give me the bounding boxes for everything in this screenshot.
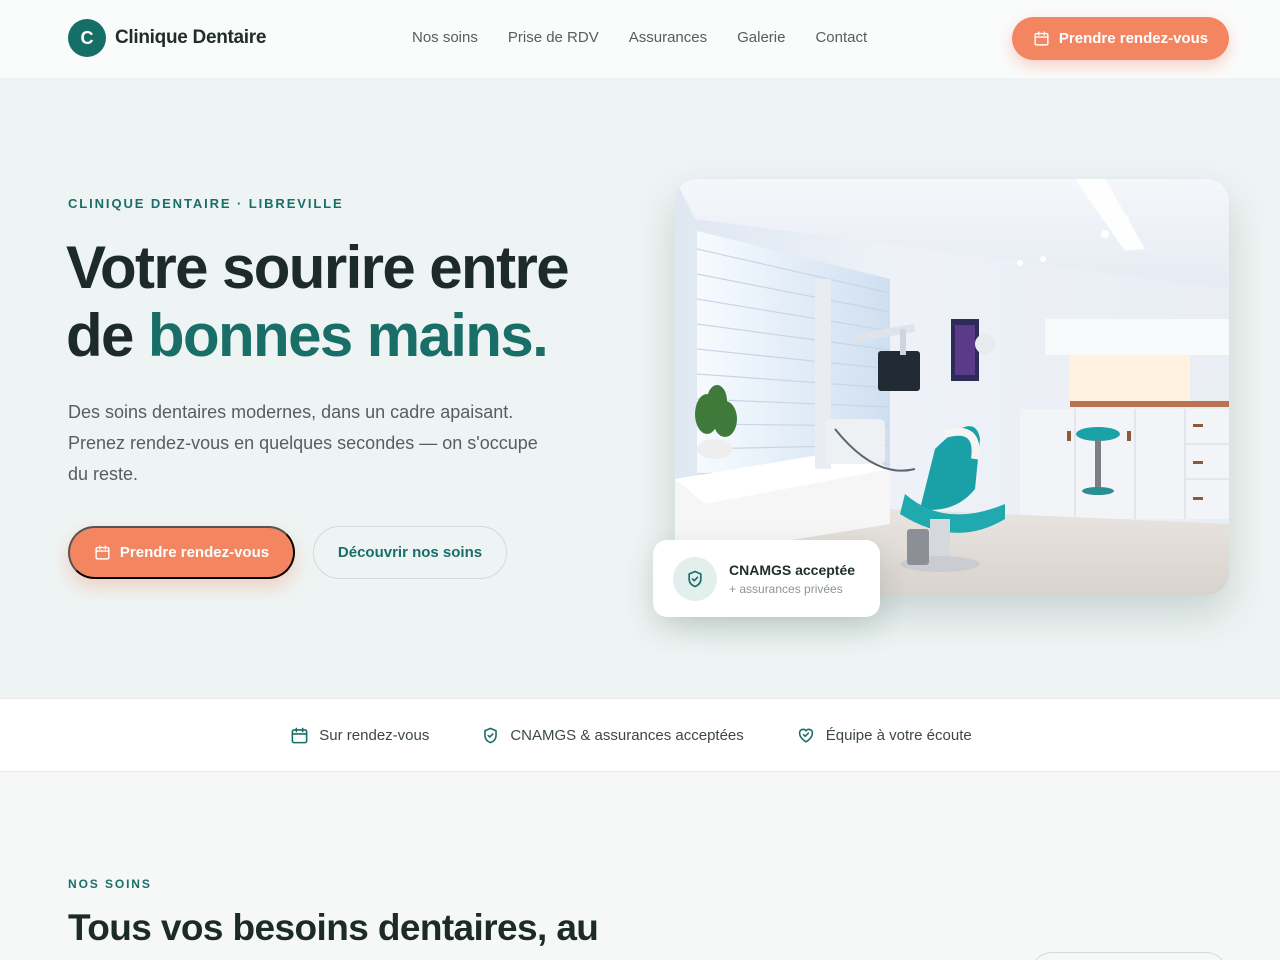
badge-title: CNAMGS acceptée bbox=[729, 561, 856, 578]
main-menu: Nos soins Prise de RDV Assurances Galeri… bbox=[412, 29, 867, 46]
hero-eyebrow: CLINIQUE DENTAIRE · LIBREVILLE bbox=[68, 196, 344, 211]
feature-team: Équipe à votre écoute bbox=[796, 726, 972, 745]
features-strip: Sur rendez-vous CNAMGS & assurances acce… bbox=[0, 698, 1280, 772]
services-eyebrow: NOS SOINS bbox=[68, 877, 152, 891]
calendar-icon bbox=[1034, 31, 1049, 46]
nav-link-rdv[interactable]: Prise de RDV bbox=[508, 29, 599, 46]
logo-mark: C bbox=[68, 19, 106, 57]
services-more-button[interactable] bbox=[1030, 952, 1228, 960]
nav-cta-label: Prendre rendez-vous bbox=[1058, 30, 1209, 47]
feature-appointment: Sur rendez-vous bbox=[290, 726, 429, 745]
feature-team-label: Équipe à votre écoute bbox=[825, 726, 972, 744]
hero-primary-label: Prendre rendez-vous bbox=[119, 544, 270, 561]
discover-services-button[interactable]: Découvrir nos soins bbox=[313, 526, 507, 579]
shield-check-icon bbox=[484, 727, 498, 743]
feature-insurance: CNAMGS & assurances acceptées bbox=[481, 726, 744, 745]
nav-link-galerie[interactable]: Galerie bbox=[737, 29, 785, 46]
hero-section: CLINIQUE DENTAIRE · LIBREVILLE Votre sou… bbox=[0, 78, 1280, 698]
nav-link-contact[interactable]: Contact bbox=[815, 29, 867, 46]
nav-link-soins[interactable]: Nos soins bbox=[412, 29, 478, 46]
services-section: NOS SOINS Tous vos besoins dentaires, au bbox=[0, 772, 1280, 960]
clinic-photo bbox=[675, 179, 1229, 595]
hero-title-accent: bonnes mains. bbox=[147, 302, 549, 369]
hero-secondary-label: Découvrir nos soins bbox=[337, 544, 483, 561]
feature-appointment-label: Sur rendez-vous bbox=[319, 726, 430, 744]
hero-title-line2-prefix: de bbox=[66, 302, 148, 369]
hero-title: Votre sourire entre de bonnes mains. bbox=[66, 234, 646, 370]
hero-book-appointment-button[interactable]: Prendre rendez-vous bbox=[68, 526, 295, 579]
shield-check-icon bbox=[673, 556, 717, 601]
brand-name: Clinique Dentaire bbox=[115, 27, 267, 48]
top-navigation: C Clinique Dentaire Nos soins Prise de R… bbox=[0, 0, 1280, 78]
hero-title-line1: Votre sourire entre bbox=[66, 234, 570, 301]
brand-logo[interactable]: C Clinique Dentaire bbox=[68, 19, 266, 57]
insurance-badge-card: CNAMGS acceptée + assurances privées bbox=[653, 540, 880, 617]
nav-link-assurances[interactable]: Assurances bbox=[629, 29, 707, 46]
heart-handshake-icon bbox=[798, 728, 813, 743]
clinic-interior-illustration bbox=[675, 179, 1229, 595]
calendar-icon bbox=[291, 727, 308, 743]
feature-insurance-label: CNAMGS & assurances acceptées bbox=[510, 726, 744, 744]
badge-subtitle: + assurances privées bbox=[729, 581, 843, 596]
services-title: Tous vos besoins dentaires, au bbox=[68, 907, 599, 948]
hero-description: Des soins dentaires modernes, dans un ca… bbox=[68, 402, 538, 484]
nav-book-appointment-button[interactable]: Prendre rendez-vous bbox=[1012, 17, 1229, 60]
calendar-icon bbox=[95, 545, 110, 560]
